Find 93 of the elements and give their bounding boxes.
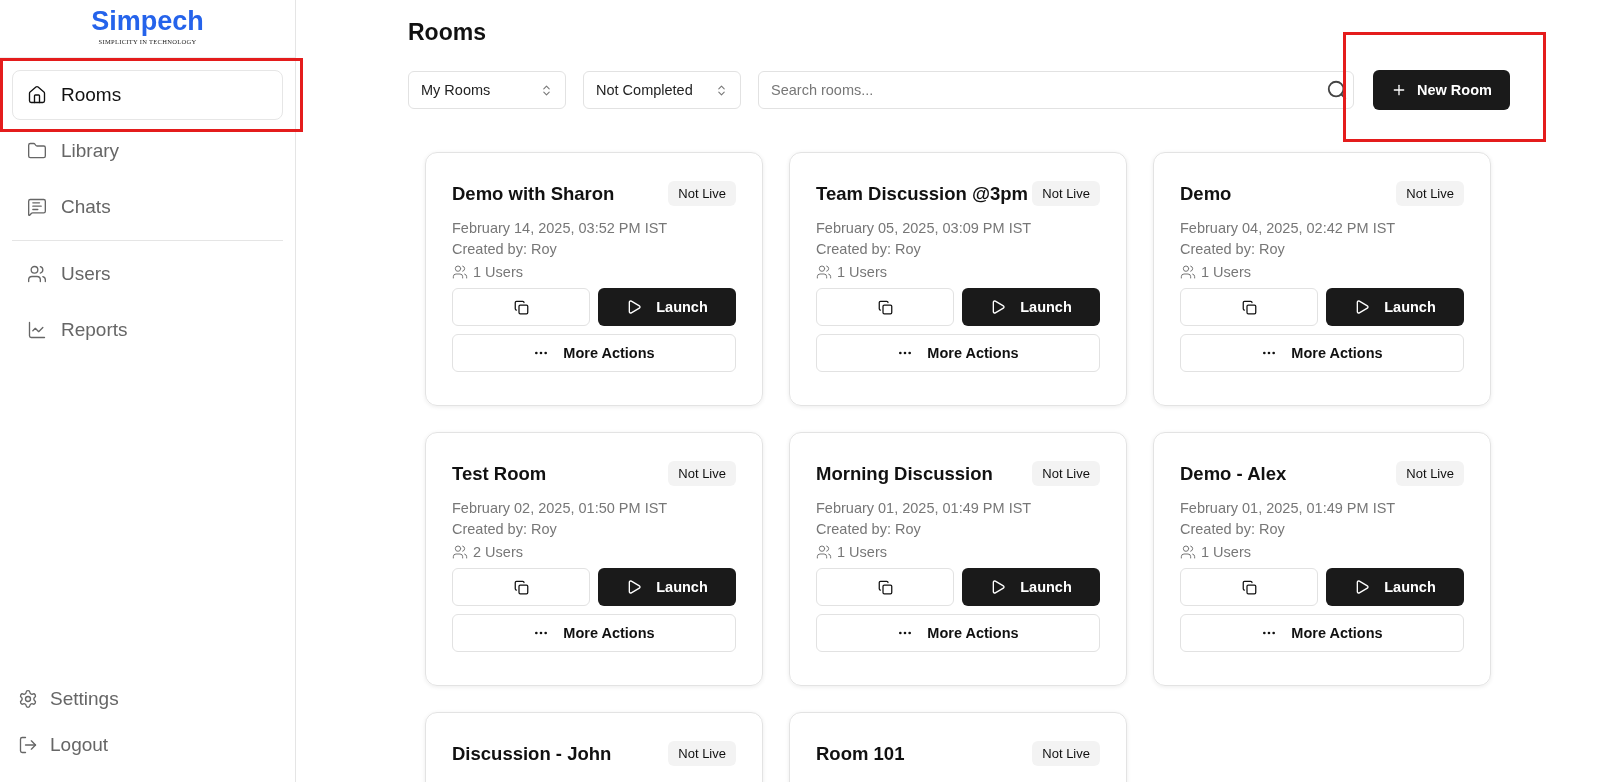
chat-icon xyxy=(27,197,47,217)
launch-button[interactable]: Launch xyxy=(1326,288,1464,326)
users-icon xyxy=(1180,264,1196,280)
launch-button[interactable]: Launch xyxy=(598,288,736,326)
logout-icon xyxy=(18,735,38,755)
copy-button[interactable] xyxy=(452,288,590,326)
room-creator: Created by: Roy xyxy=(816,240,922,259)
plus-icon xyxy=(1391,82,1407,98)
room-creator: Created by: Roy xyxy=(452,240,558,259)
room-creator: Created by: Roy xyxy=(816,520,922,539)
room-title: Room 101 xyxy=(816,742,905,765)
room-creator: Created by: Roy xyxy=(1180,240,1286,259)
copy-button[interactable] xyxy=(452,568,590,606)
copy-icon xyxy=(513,579,529,595)
sidebar-item[interactable]: Library xyxy=(12,126,283,176)
status-badge: Not Live xyxy=(668,461,736,486)
room-creator: Created by: Roy xyxy=(452,520,558,539)
sidebar-item[interactable]: Reports xyxy=(12,305,283,355)
more-actions-button[interactable]: More Actions xyxy=(816,614,1100,652)
play-icon xyxy=(1354,299,1371,315)
room-title: Demo with Sharon xyxy=(452,182,615,205)
filter-select[interactable]: Not Completed xyxy=(583,71,741,109)
copy-button[interactable] xyxy=(816,568,954,606)
play-icon xyxy=(990,299,1007,315)
room-title: Discussion - John xyxy=(452,742,612,765)
page-title: Rooms xyxy=(408,19,487,46)
settings-icon xyxy=(18,689,38,709)
room-creator: Created by: Roy xyxy=(1180,520,1286,539)
launch-button[interactable]: Launch xyxy=(598,568,736,606)
copy-icon xyxy=(877,299,893,315)
more-actions-button[interactable]: More Actions xyxy=(1180,614,1464,652)
launch-button[interactable]: Launch xyxy=(962,568,1100,606)
users-icon xyxy=(1180,544,1196,560)
home-icon xyxy=(27,85,47,105)
room-title: Demo xyxy=(1180,182,1232,205)
user-count: 2 Users xyxy=(473,544,523,560)
folder-icon xyxy=(27,141,47,161)
copy-icon xyxy=(1241,299,1257,315)
room-date: February 02, 2025, 01:50 PM IST xyxy=(452,499,669,518)
sidebar-item[interactable]: Users xyxy=(12,249,283,299)
sidebar-item[interactable]: Chats xyxy=(12,182,283,232)
status-badge: Not Live xyxy=(1396,181,1464,206)
filter-select[interactable]: My Rooms xyxy=(408,71,566,109)
user-count: 1 Users xyxy=(473,264,523,280)
play-icon xyxy=(990,579,1007,595)
room-title: Demo - Alex xyxy=(1180,462,1287,485)
users-icon xyxy=(816,264,832,280)
copy-icon xyxy=(1241,579,1257,595)
chevrons-icon xyxy=(715,83,728,97)
more-actions-button[interactable]: More Actions xyxy=(816,334,1100,372)
user-count: 1 Users xyxy=(837,544,887,560)
room-date: February 01, 2025, 01:49 PM IST xyxy=(1180,499,1397,518)
copy-button[interactable] xyxy=(1180,568,1318,606)
users-icon xyxy=(452,264,468,280)
more-actions-button[interactable]: More Actions xyxy=(1180,334,1464,372)
more-actions-button[interactable]: More Actions xyxy=(452,614,736,652)
status-badge: Not Live xyxy=(668,741,736,766)
sidebar-item[interactable]: Settings xyxy=(12,676,283,722)
copy-button[interactable] xyxy=(1180,288,1318,326)
launch-button[interactable]: Launch xyxy=(962,288,1100,326)
chevrons-icon xyxy=(540,83,553,97)
room-date: February 05, 2025, 03:09 PM IST xyxy=(816,219,1033,238)
room-title: Morning Discussion xyxy=(816,462,993,485)
status-badge: Not Live xyxy=(1032,461,1100,486)
users-icon xyxy=(816,544,832,560)
user-count: 1 Users xyxy=(1201,544,1251,560)
user-count: 1 Users xyxy=(837,264,887,280)
copy-icon xyxy=(513,299,529,315)
copy-button[interactable] xyxy=(816,288,954,326)
launch-button[interactable]: Launch xyxy=(1326,568,1464,606)
sidebar-item[interactable]: Rooms xyxy=(12,70,283,120)
search-field[interactable]: Search rooms... xyxy=(758,71,1354,109)
room-date: February 01, 2025, 01:49 PM IST xyxy=(816,499,1033,518)
status-badge: Not Live xyxy=(1032,181,1100,206)
users-icon xyxy=(27,264,47,284)
copy-icon xyxy=(877,579,893,595)
play-icon xyxy=(626,579,643,595)
room-date: February 14, 2025, 03:52 PM IST xyxy=(452,219,669,238)
play-icon xyxy=(626,299,643,315)
room-title: Team Discussion @3pm xyxy=(816,182,1028,205)
play-icon xyxy=(1354,579,1371,595)
new-room-button[interactable]: New Room xyxy=(1373,70,1510,110)
more-actions-button[interactable]: More Actions xyxy=(452,334,736,372)
status-badge: Not Live xyxy=(1032,741,1100,766)
room-date: February 04, 2025, 02:42 PM IST xyxy=(1180,219,1397,238)
user-count: 1 Users xyxy=(1201,264,1251,280)
logo-name: Simpech xyxy=(91,6,204,36)
status-badge: Not Live xyxy=(1396,461,1464,486)
sidebar-item[interactable]: Logout xyxy=(12,722,283,768)
line-chart-icon xyxy=(27,320,47,340)
users-icon xyxy=(452,544,468,560)
room-title: Test Room xyxy=(452,462,547,485)
status-badge: Not Live xyxy=(668,181,736,206)
